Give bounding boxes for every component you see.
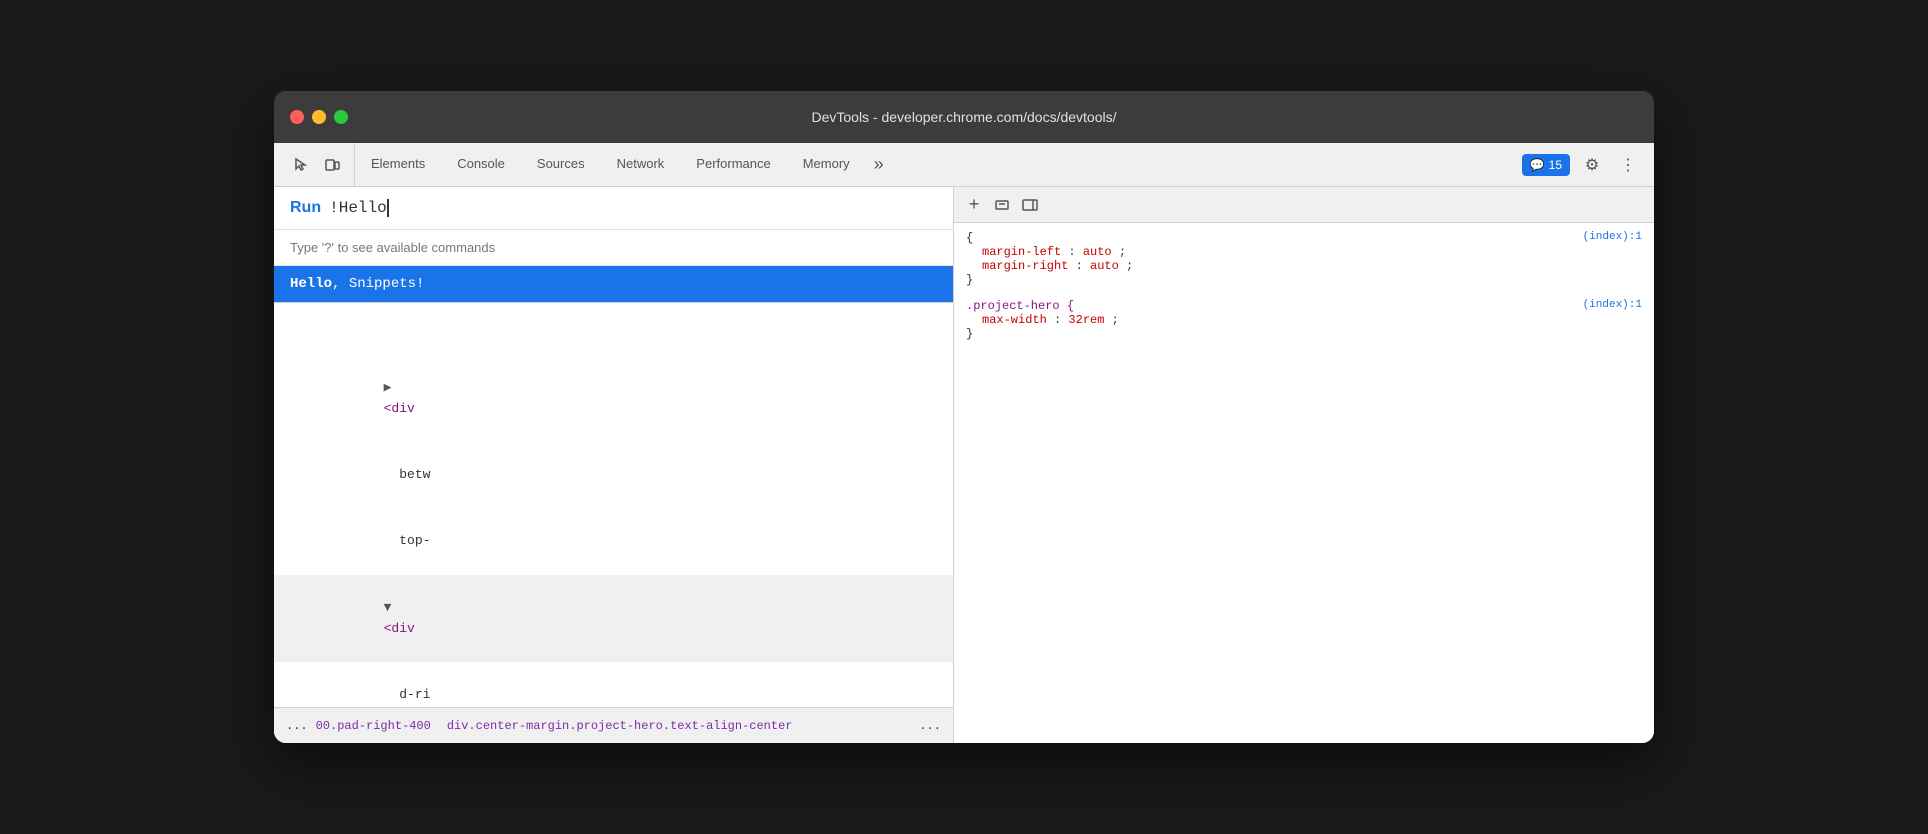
style-rule-2-header: .project-hero { (index):1: [966, 299, 1642, 313]
more-tabs-button[interactable]: »: [866, 143, 892, 186]
tab-elements[interactable]: Elements: [355, 143, 441, 186]
style-rule-1-close: }: [966, 273, 1642, 287]
devtools-panel: Elements Console Sources Network Perform…: [274, 143, 1654, 743]
style-source-1[interactable]: (index):1: [1583, 231, 1642, 243]
autocomplete-item-hello[interactable]: Hello, Snippets!: [274, 266, 953, 302]
breadcrumb-dots: ...: [286, 719, 308, 733]
tab-performance[interactable]: Performance: [680, 143, 786, 186]
gear-icon: ⚙: [1585, 155, 1599, 175]
autocomplete-bold-match: Hello: [290, 276, 332, 292]
breadcrumb-item-1[interactable]: 00.pad-right-400: [316, 719, 431, 733]
toggle-classes-button[interactable]: [990, 193, 1014, 217]
tab-bar-icons: [278, 143, 355, 186]
devtools-window: DevTools - developer.chrome.com/docs/dev…: [274, 91, 1654, 743]
device-toolbar-icon[interactable]: [318, 151, 346, 179]
maximize-button[interactable]: [334, 110, 348, 124]
right-panel-toolbar: +: [954, 187, 1654, 223]
right-panel: +: [954, 187, 1654, 743]
tab-console[interactable]: Console: [441, 143, 521, 186]
select-tool-icon[interactable]: [286, 151, 314, 179]
run-label: Run: [290, 199, 321, 217]
styles-content: { (index):1 margin-left : auto ; margin-…: [954, 223, 1654, 743]
dom-line: ▼ <div: [274, 575, 953, 662]
tab-bar-right: 💬 15 ⚙ ⋮: [1514, 151, 1650, 179]
more-menu-button[interactable]: ⋮: [1614, 151, 1642, 179]
dom-line: d-ri: [274, 662, 953, 707]
hint-text: Type '?' to see available commands: [274, 230, 953, 266]
console-icon: 💬: [1530, 158, 1545, 172]
autocomplete-overlay: Run !Hello Type '?' to see available com…: [274, 187, 953, 303]
breadcrumb-end-dots: ...: [919, 719, 941, 733]
style-rule-2-close: }: [966, 327, 1642, 341]
close-button[interactable]: [290, 110, 304, 124]
tab-bar: Elements Console Sources Network Perform…: [274, 143, 1654, 187]
dom-line: top-: [274, 509, 953, 575]
tab-memory[interactable]: Memory: [787, 143, 866, 186]
dom-line: betw: [274, 442, 953, 508]
traffic-lights: [290, 110, 348, 124]
style-prop-margin-right: margin-right : auto ;: [966, 259, 1642, 273]
dom-line: ▶ <div: [274, 355, 953, 442]
style-selector-2: .project-hero {: [966, 299, 1074, 313]
autocomplete-rest: , Snippets!: [332, 276, 424, 292]
minimize-button[interactable]: [312, 110, 326, 124]
style-prop-margin-left: margin-left : auto ;: [966, 245, 1642, 259]
dom-content: ▶ <div betw top- ▼ <div d-ri: [274, 347, 953, 707]
style-rule-1: { (index):1 margin-left : auto ; margin-…: [966, 231, 1642, 287]
tabs: Elements Console Sources Network Perform…: [355, 143, 1514, 186]
style-rule-2: .project-hero { (index):1 max-width : 32…: [966, 299, 1642, 341]
text-cursor: [387, 199, 389, 217]
title-bar: DevTools - developer.chrome.com/docs/dev…: [274, 91, 1654, 143]
sidebar-pane-button[interactable]: [1018, 193, 1042, 217]
add-style-rule-button[interactable]: +: [962, 193, 986, 217]
console-badge-button[interactable]: 💬 15: [1522, 154, 1570, 176]
style-prop-max-width: max-width : 32rem ;: [966, 313, 1642, 327]
window-title: DevTools - developer.chrome.com/docs/dev…: [811, 109, 1116, 125]
run-command-bar: Run !Hello: [274, 187, 953, 230]
breadcrumb-item-2[interactable]: div.center-margin.project-hero.text-alig…: [447, 719, 793, 733]
settings-button[interactable]: ⚙: [1578, 151, 1606, 179]
tab-network[interactable]: Network: [601, 143, 681, 186]
style-source-2[interactable]: (index):1: [1583, 299, 1642, 311]
tab-sources[interactable]: Sources: [521, 143, 601, 186]
command-input[interactable]: !Hello: [329, 199, 389, 217]
more-menu-icon: ⋮: [1620, 155, 1636, 175]
style-rule-1-header: { (index):1: [966, 231, 1642, 245]
left-panel: Run !Hello Type '?' to see available com…: [274, 187, 954, 743]
main-content: Run !Hello Type '?' to see available com…: [274, 187, 1654, 743]
breadcrumb-bar: ... 00.pad-right-400 div.center-margin.p…: [274, 707, 953, 743]
